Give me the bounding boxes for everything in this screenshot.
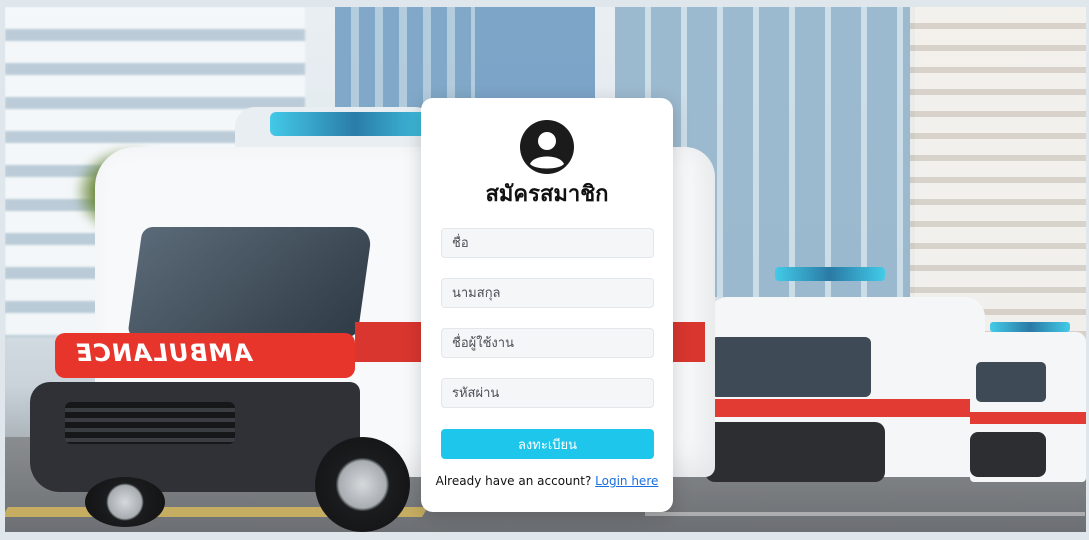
ambulance-stripe bbox=[970, 412, 1086, 424]
ambulance-third bbox=[970, 322, 1086, 492]
ambulance-bumper bbox=[705, 422, 885, 482]
login-prompt: Already have an account? Login here bbox=[421, 474, 673, 488]
register-button[interactable]: ลงทะเบียน bbox=[441, 429, 654, 459]
page-title: สมัครสมาชิก bbox=[485, 182, 609, 207]
ambulance-windshield bbox=[711, 337, 871, 397]
login-link[interactable]: Login here bbox=[595, 474, 658, 488]
ambulance-wheel bbox=[315, 437, 410, 532]
ambulance-stripe bbox=[705, 399, 985, 417]
ambulance-lettering: AMBULANCE bbox=[73, 339, 255, 367]
ambulance-lightbar bbox=[775, 267, 885, 281]
register-card: สมัครสมาชิก ลงทะเบียน Already have an ac… bbox=[421, 98, 673, 512]
lane-marking bbox=[645, 512, 1085, 516]
ambulance-second bbox=[705, 267, 985, 487]
username-field[interactable] bbox=[441, 328, 654, 358]
ambulance-lightbar bbox=[270, 112, 440, 136]
ambulance-lightbar bbox=[990, 322, 1070, 332]
ambulance-grille bbox=[65, 402, 235, 444]
user-circle-icon bbox=[520, 120, 574, 174]
ambulance-bumper bbox=[970, 432, 1046, 477]
ambulance-windshield bbox=[127, 227, 373, 337]
ambulance-windshield bbox=[976, 362, 1046, 402]
password-field[interactable] bbox=[441, 378, 654, 408]
building bbox=[475, 7, 595, 107]
page: AMBULANCE สมัครสมาชิก ลงทะเบียน Already … bbox=[0, 0, 1089, 540]
login-prompt-text: Already have an account? bbox=[435, 474, 596, 488]
ambulance-wheel bbox=[85, 477, 165, 527]
last-name-field[interactable] bbox=[441, 278, 654, 308]
first-name-field[interactable] bbox=[441, 228, 654, 258]
